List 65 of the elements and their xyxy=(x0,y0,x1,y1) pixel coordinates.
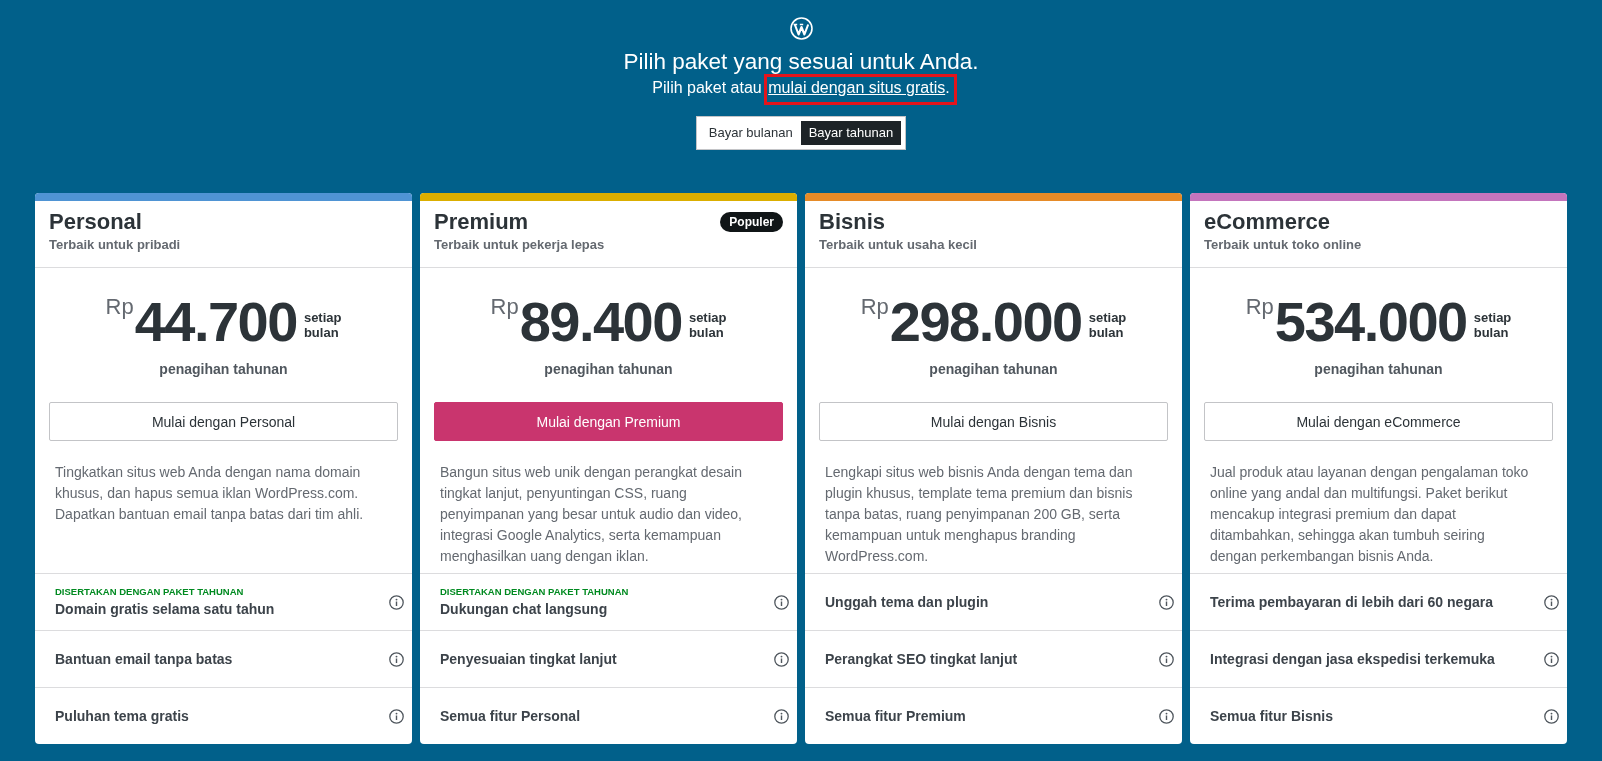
billing-period: setiap bulan xyxy=(1473,310,1512,340)
feature-label: Dukungan chat langsung xyxy=(440,600,609,618)
start-plan-button[interactable]: Mulai dengan eCommerce xyxy=(1204,402,1553,441)
currency-symbol: Rp xyxy=(860,296,889,318)
plan-name: Personal xyxy=(49,209,142,235)
plan-price: 89.400 xyxy=(519,294,682,350)
plan-tagline: Terbaik untuk pekerja lepas xyxy=(434,237,606,253)
billing-option-tab[interactable]: Bayar bulanan xyxy=(700,121,801,145)
feature-label: Semua fitur Premium xyxy=(825,707,966,725)
info-icon[interactable] xyxy=(1159,594,1174,610)
info-icon[interactable] xyxy=(1159,708,1174,724)
plan-name: Premium xyxy=(434,209,529,235)
start-plan-button[interactable]: Mulai dengan Bisnis xyxy=(819,402,1168,441)
billing-note: penagihan tahunan xyxy=(1313,360,1444,378)
plan-tagline: Terbaik untuk toko online xyxy=(1204,237,1363,253)
billing-period: setiap bulan xyxy=(688,310,727,340)
popular-badge: Populer xyxy=(720,212,783,232)
plan-price: 298.000 xyxy=(889,294,1082,350)
info-icon[interactable] xyxy=(774,594,789,610)
feature-label: Bantuan email tanpa batas xyxy=(55,650,233,668)
info-icon[interactable] xyxy=(774,651,789,667)
subtitle: Pilih paket atau mulai dengan situs gratis. xyxy=(652,78,950,98)
logo-icon[interactable] xyxy=(789,17,813,40)
info-icon[interactable] xyxy=(1544,708,1559,724)
plan-tagline: Terbaik untuk pribadi xyxy=(49,237,182,253)
billing-note: penagihan tahunan xyxy=(928,360,1059,378)
plan-price: 534.000 xyxy=(1274,294,1467,350)
currency-symbol: Rp xyxy=(1245,296,1274,318)
plan-name: Bisnis xyxy=(819,209,886,235)
info-icon[interactable] xyxy=(774,708,789,724)
feature-label: Perangkat SEO tingkat lanjut xyxy=(825,650,1018,668)
info-icon[interactable] xyxy=(389,594,404,610)
feature-label: Semua fitur Bisnis xyxy=(1210,707,1333,725)
free-site-link[interactable]: mulai dengan situs gratis xyxy=(768,79,946,96)
plan-price: 44.700 xyxy=(134,294,297,350)
currency-symbol: Rp xyxy=(490,296,519,318)
included-tag: DISERTAKAN DENGAN PAKET TAHUNAN xyxy=(440,586,629,598)
start-plan-button[interactable]: Mulai dengan Personal xyxy=(49,402,398,441)
feature-label: Terima pembayaran di lebih dari 60 negara xyxy=(1210,593,1493,611)
feature-label: Integrasi dengan jasa ekspedisi terkemuka xyxy=(1210,650,1495,668)
feature-label: Unggah tema dan plugin xyxy=(825,593,989,611)
info-icon[interactable] xyxy=(389,708,404,724)
plan-name: eCommerce xyxy=(1204,209,1330,235)
feature-label: Domain gratis selama satu tahun xyxy=(55,600,275,618)
page-title: Pilih paket yang sesuai untuk Anda. xyxy=(623,48,979,76)
plan-description: Jual produk atau layanan dengan pengalaman toko online yang andal dan multifungsi. Paket berikut mencakup integrasi premium dan dapat ditambahkan, sehingga akan tumbuh seiring dengan perkembangan bisnis Anda. xyxy=(1209,463,1530,566)
billing-period: setiap bulan xyxy=(303,310,342,340)
currency-symbol: Rp xyxy=(105,296,134,318)
info-icon[interactable] xyxy=(1544,651,1559,667)
info-icon[interactable] xyxy=(1159,651,1174,667)
billing-note: penagihan tahunan xyxy=(543,360,674,378)
plan-description: Tingkatkan situs web Anda dengan nama domain khusus, dan hapus semua iklan WordPress.com. Dapatkan bantuan email tanpa batas dari tim ahli. xyxy=(54,463,365,524)
start-plan-button[interactable]: Mulai dengan Premium xyxy=(434,402,783,441)
feature-label: Puluhan tema gratis xyxy=(55,707,189,725)
billing-period: setiap bulan xyxy=(1088,310,1127,340)
plan-description: Lengkapi situs web bisnis Anda dengan tema dan plugin khusus, template tema premium dan bisnis tanpa batas, ruang penyimpanan 200 GB, serta kemampuan untuk menghapus branding WordPress.com. xyxy=(824,463,1134,566)
included-tag: DISERTAKAN DENGAN PAKET TAHUNAN xyxy=(55,586,275,598)
billing-option-tab[interactable]: Bayar tahunan xyxy=(800,121,902,145)
feature-label: Penyesuaian tingkat lanjut xyxy=(440,650,617,668)
plan-tagline: Terbaik untuk usaha kecil xyxy=(819,237,978,253)
info-icon[interactable] xyxy=(389,651,404,667)
feature-label: Semua fitur Personal xyxy=(440,707,581,725)
plan-description: Bangun situs web unik dengan perangkat desain tingkat lanjut, penyuntingan CSS, ruang penyimpanan yang besar untuk audio dan video, integrasi Google Analytics, serta kemampuan menghasilkan uang dengan iklan. xyxy=(439,463,743,566)
info-icon[interactable] xyxy=(1544,594,1559,610)
billing-note: penagihan tahunan xyxy=(158,360,289,378)
